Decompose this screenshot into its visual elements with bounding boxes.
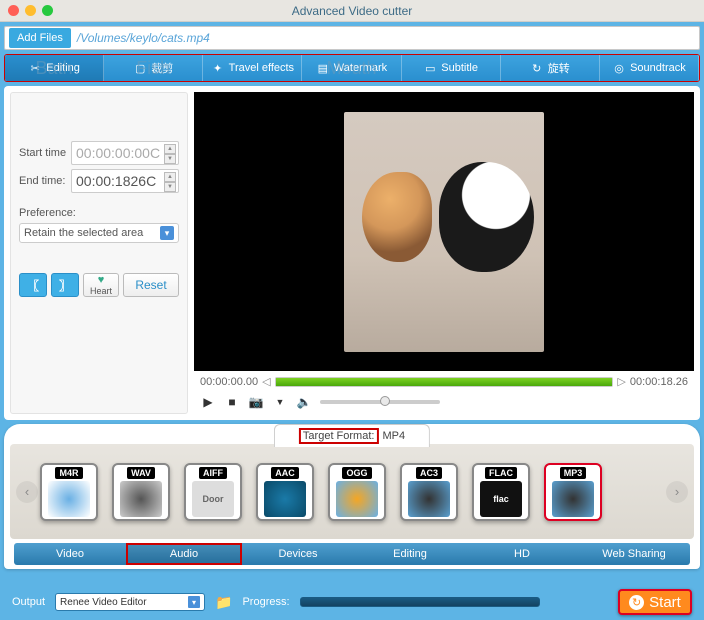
- format-shelf: ‹ M4R WAV AIFF Door AAC OGG AC3 FLAC fla…: [10, 444, 694, 539]
- reset-button[interactable]: Reset: [123, 273, 179, 297]
- format-bar: Target Format: MP4 ‹ M4R WAV AIFF Door A…: [4, 424, 700, 569]
- progress-label: Progress:: [242, 596, 289, 608]
- start-button[interactable]: ↻ Start: [618, 589, 692, 615]
- fish-icon: [336, 481, 378, 517]
- snapshot-menu-icon[interactable]: ▼: [272, 394, 288, 410]
- flac-icon: flac: [480, 481, 522, 517]
- soundtrack-icon: ◎: [612, 61, 626, 75]
- formats-prev-button[interactable]: ‹: [16, 481, 38, 503]
- file-toolbar: Add Files /Volumes/keylo/cats.mp4: [4, 26, 700, 50]
- speaker-icon: [552, 481, 594, 517]
- target-format-tab[interactable]: Target Format: MP4: [274, 424, 430, 447]
- volume-icon[interactable]: 🔈: [296, 394, 312, 410]
- formats-next-button[interactable]: ›: [666, 481, 688, 503]
- editor-tabbar: Bath ✂ Editing Fish ▢ 裁剪 ✦ Travel effect…: [4, 54, 700, 82]
- duration-time: 00:00:18.26: [630, 376, 688, 388]
- chevron-down-icon: ▾: [188, 596, 200, 608]
- crop-icon: ▢: [133, 61, 147, 75]
- progress-bar: [300, 597, 540, 607]
- format-mp3[interactable]: MP3: [544, 463, 602, 521]
- mark-in-button[interactable]: 〖: [19, 273, 47, 297]
- tab-watermark[interactable]: Mouth ▤ Watermark: [302, 55, 401, 81]
- format-ogg[interactable]: OGG: [328, 463, 386, 521]
- output-select[interactable]: Renee Video Editor ▾: [55, 593, 205, 611]
- work-area: Start time 00:00:00:00C ▲▼ End time: 00:…: [4, 86, 700, 420]
- speaker-icon: [408, 481, 450, 517]
- titlebar: Advanced Video cutter: [0, 0, 704, 22]
- effects-icon: ✦: [211, 61, 225, 75]
- chevron-down-icon: ▾: [160, 226, 174, 240]
- format-m4r[interactable]: M4R: [40, 463, 98, 521]
- format-wav[interactable]: WAV: [112, 463, 170, 521]
- preference-select[interactable]: Retain the selected area ▾: [19, 223, 179, 243]
- tab-label: Travel effects: [229, 62, 294, 74]
- video-area: 00:00:00.00 ◁ ▷ 00:00:18.26 ▶ ■ 📷 ▼ 🔈: [194, 92, 694, 414]
- tab-crop[interactable]: Fish ▢ 裁剪: [104, 55, 203, 81]
- stop-button[interactable]: ■: [224, 394, 240, 410]
- browse-folder-button[interactable]: 📁: [215, 594, 232, 611]
- category-devices[interactable]: Devices: [242, 543, 354, 565]
- tab-soundtrack[interactable]: ◎ Soundtrack: [600, 55, 699, 81]
- target-format-label: Target Format:: [299, 428, 379, 444]
- tab-rotate[interactable]: ↻ 旋转: [501, 55, 600, 81]
- category-audio[interactable]: Audio: [126, 543, 242, 565]
- timeline: 00:00:00.00 ◁ ▷ 00:00:18.26: [200, 375, 688, 388]
- phone-icon: [48, 481, 90, 517]
- tab-label: 裁剪: [151, 60, 173, 76]
- door-icon: Door: [192, 481, 234, 517]
- tab-label: 旋转: [548, 60, 570, 76]
- add-files-button[interactable]: Add Files: [9, 28, 71, 48]
- rotate-icon: ↻: [530, 61, 544, 75]
- end-time-label: End time:: [19, 175, 71, 187]
- heart-button[interactable]: ♥ Heart: [83, 273, 119, 297]
- target-format-value: MP4: [382, 430, 405, 442]
- tab-label: Soundtrack: [630, 62, 686, 74]
- trim-panel: Start time 00:00:00:00C ▲▼ End time: 00:…: [10, 92, 188, 414]
- current-file-path: /Volumes/keylo/cats.mp4: [77, 31, 210, 45]
- window-title: Advanced Video cutter: [0, 4, 704, 18]
- start-icon: ↻: [629, 595, 644, 610]
- tab-editing[interactable]: Bath ✂ Editing: [5, 55, 104, 81]
- category-websharing[interactable]: Web Sharing: [578, 543, 690, 565]
- category-video[interactable]: Video: [14, 543, 126, 565]
- tab-label: Editing: [46, 62, 80, 74]
- preference-label: Preference:: [19, 207, 179, 219]
- category-hd[interactable]: HD: [466, 543, 578, 565]
- snapshot-button[interactable]: 📷: [248, 394, 264, 410]
- tab-effects[interactable]: ✦ Travel effects: [203, 55, 302, 81]
- scissors-icon: ✂: [28, 61, 42, 75]
- format-aac[interactable]: AAC: [256, 463, 314, 521]
- watermark-icon: ▤: [316, 61, 330, 75]
- volume-slider[interactable]: [320, 400, 440, 404]
- video-preview[interactable]: [194, 92, 694, 371]
- tab-label: Subtitle: [441, 62, 478, 74]
- format-aiff[interactable]: AIFF Door: [184, 463, 242, 521]
- format-ac3[interactable]: AC3: [400, 463, 458, 521]
- subtitle-icon: ▭: [423, 61, 437, 75]
- wave-icon: [264, 481, 306, 517]
- play-button[interactable]: ▶: [200, 394, 216, 410]
- heart-icon: ♥: [98, 274, 105, 286]
- tab-label: Watermark: [334, 62, 387, 74]
- bottom-bar: Output Renee Video Editor ▾ 📁 Progress: …: [4, 587, 700, 617]
- start-time-label: Start time: [19, 147, 71, 159]
- category-editing[interactable]: Editing: [354, 543, 466, 565]
- start-time-stepper[interactable]: ▲▼: [164, 144, 176, 162]
- start-time-input[interactable]: 00:00:00:00C ▲▼: [71, 141, 179, 165]
- seek-track[interactable]: [275, 377, 614, 387]
- in-handle-icon[interactable]: ◁: [262, 375, 270, 388]
- mark-out-button[interactable]: 〗: [51, 273, 79, 297]
- playhead-time: 00:00:00.00: [200, 376, 258, 388]
- end-time-stepper[interactable]: ▲▼: [164, 172, 176, 190]
- video-frame-image: [344, 112, 544, 352]
- out-handle-icon[interactable]: ▷: [617, 375, 625, 388]
- format-category-tabs: Video Audio Devices Editing HD Web Shari…: [14, 543, 690, 565]
- tab-subtitle[interactable]: ▭ Subtitle: [402, 55, 501, 81]
- format-flac[interactable]: FLAC flac: [472, 463, 530, 521]
- headphones-icon: [120, 481, 162, 517]
- end-time-input[interactable]: 00:00:1826C ▲▼: [71, 169, 179, 193]
- output-label: Output: [12, 596, 45, 608]
